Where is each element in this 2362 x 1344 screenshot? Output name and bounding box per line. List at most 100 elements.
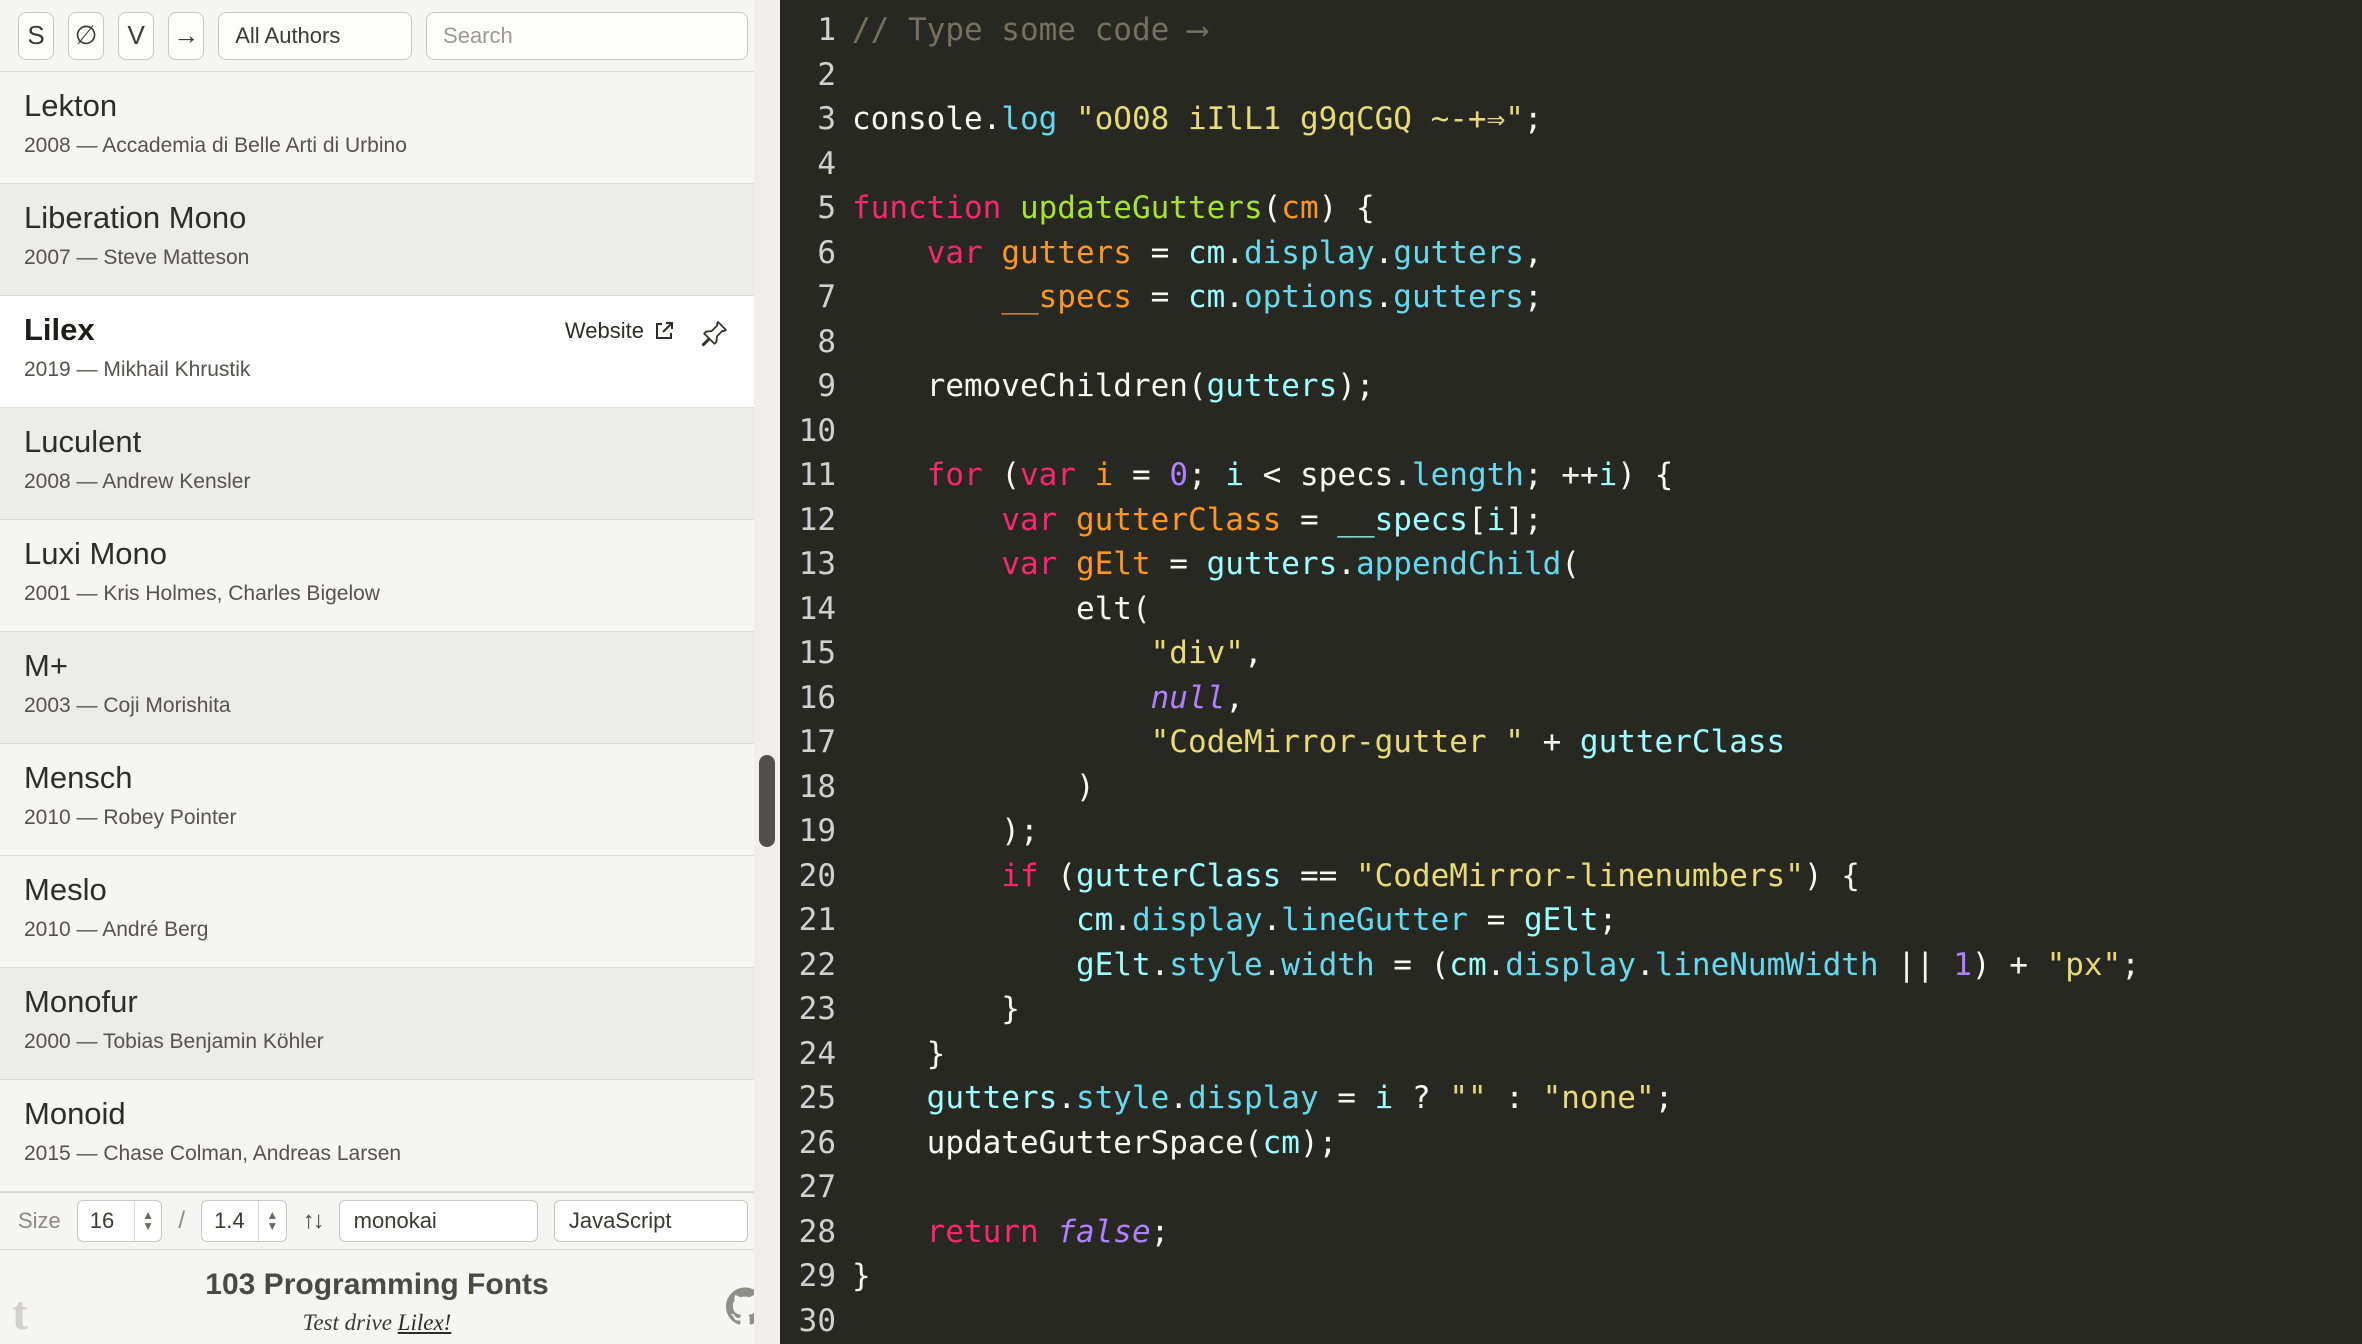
ligatures-filter-button[interactable]: → xyxy=(168,11,205,60)
line-number: 2 xyxy=(817,56,836,93)
code-line[interactable]: 15 "div", xyxy=(780,631,2362,676)
code-line[interactable]: 22 gElt.style.width = (cm.display.lineNu… xyxy=(780,943,2362,988)
code-line[interactable]: 25 gutters.style.display = i ? "" : "non… xyxy=(780,1076,2362,1121)
code-line[interactable]: 9 removeChildren(gutters); xyxy=(780,364,2362,409)
line-number: 1 xyxy=(817,12,836,48)
updown-arrows-icon[interactable]: ↑↓ xyxy=(303,1207,325,1235)
code-line[interactable]: 3 console.log "oO08 iIlL1 g9qCGQ ~-+⇒"; xyxy=(780,97,2362,142)
code-line[interactable]: 14 elt( xyxy=(780,587,2362,632)
line-number: 13 xyxy=(798,546,836,582)
authors-filter-select[interactable]: All Authors xyxy=(218,11,413,60)
code-line[interactable]: 24 } xyxy=(780,1032,2362,1077)
line-number: 3 xyxy=(817,101,836,137)
code-line[interactable]: 7 __specs = cm.options.gutters; xyxy=(780,275,2362,320)
code-line[interactable]: 17 "CodeMirror-gutter " + gutterClass xyxy=(780,720,2362,765)
font-list-item[interactable]: Lekton 2008 — Accademia di Belle Arti di… xyxy=(0,72,754,184)
test-drive-link[interactable]: Lilex! xyxy=(398,1310,452,1335)
line-number: 12 xyxy=(798,501,836,538)
theme-select[interactable]: monokai xyxy=(338,1200,538,1242)
spinner-down-icon[interactable]: ▼ xyxy=(266,1220,278,1232)
font-list-item[interactable]: Monofur 2000 — Tobias Benjamin Köhler xyxy=(0,968,754,1080)
spinner-down-icon[interactable]: ▼ xyxy=(142,1220,154,1232)
font-list-item-selected[interactable]: Lilex 2019 — Mikhail Khrustik Website xyxy=(0,296,754,408)
code-line[interactable]: 20 if (gutterClass == "CodeMirror-linenu… xyxy=(780,854,2362,899)
display-controls: Size ▲ ▼ / ▲ ▼ ↑↓ monokai JavaScript xyxy=(0,1192,780,1250)
font-size-spinner[interactable]: ▲ ▼ xyxy=(133,1201,162,1241)
font-name: Luxi Mono xyxy=(24,536,168,571)
line-number: 14 xyxy=(798,590,836,627)
font-meta: 2019 — Mikhail Khrustik xyxy=(24,358,251,381)
code-line[interactable]: 16 null, xyxy=(780,676,2362,721)
programming-fonts-app: S ∅ V → All Authors Lekton 2008 — Accade… xyxy=(0,0,2362,1344)
font-meta: 2010 — Robey Pointer xyxy=(24,806,237,829)
line-number: 25 xyxy=(798,1080,836,1116)
line-number: 4 xyxy=(817,145,836,182)
code-line[interactable]: 21 cm.display.lineGutter = gElt; xyxy=(780,898,2362,943)
font-list-item[interactable]: Meslo 2010 — André Berg xyxy=(0,856,754,968)
code-line[interactable]: 19 ); xyxy=(780,809,2362,854)
code-line[interactable]: 4 xyxy=(780,142,2362,187)
code-editor[interactable]: 1// Type some code ⟶ 2 3 console.log "oO08 … xyxy=(780,0,2362,1344)
code-line[interactable]: 8 xyxy=(780,320,2362,365)
font-list-item[interactable]: Monoid 2015 — Chase Colman, Andreas Lars… xyxy=(0,1080,754,1192)
font-list-item[interactable]: Mensch 2010 — Robey Pointer xyxy=(0,744,754,856)
code-line[interactable]: 10 xyxy=(780,409,2362,454)
code-line[interactable]: 26 updateGutterSpace(cm); xyxy=(780,1121,2362,1166)
line-number: 19 xyxy=(798,813,836,849)
sidebar-scrollbar-track[interactable] xyxy=(754,0,780,1344)
code-line[interactable]: 23 } xyxy=(780,987,2362,1032)
line-number: 7 xyxy=(817,279,836,315)
font-size-stepper[interactable]: ▲ ▼ xyxy=(76,1200,163,1242)
code-line[interactable]: 1// Type some code ⟶ xyxy=(780,8,2362,53)
line-number: 8 xyxy=(817,323,836,360)
test-drive-prefix: Test drive xyxy=(302,1310,398,1335)
font-name: Monoid xyxy=(24,1096,126,1131)
font-name: Lilex xyxy=(24,312,95,347)
code-line[interactable]: 11 for (var i = 0; i < specs.length; ++i… xyxy=(780,453,2362,498)
code-line[interactable]: 13 var gElt = gutters.appendChild( xyxy=(780,542,2362,587)
pin-icon[interactable] xyxy=(698,318,730,350)
line-number: 6 xyxy=(817,234,836,271)
font-list-item[interactable]: M+ 2003 — Coji Morishita xyxy=(0,632,754,744)
font-meta: 2008 — Andrew Kensler xyxy=(24,470,251,493)
font-list-item[interactable]: Liberation Mono 2007 — Steve Matteson xyxy=(0,184,754,296)
font-meta: 2007 — Steve Matteson xyxy=(24,246,250,269)
v-filter-button[interactable]: V xyxy=(118,11,155,60)
code-line[interactable]: 2 xyxy=(780,53,2362,98)
font-size-input[interactable] xyxy=(77,1201,134,1241)
font-meta: 2003 — Coji Morishita xyxy=(24,694,231,717)
line-height-stepper[interactable]: ▲ ▼ xyxy=(201,1200,287,1242)
website-link[interactable]: Website xyxy=(565,318,676,344)
line-number: 5 xyxy=(817,190,836,226)
line-number: 9 xyxy=(817,368,836,404)
slashed-zero-filter-button[interactable]: ∅ xyxy=(68,11,105,60)
twitter-icon[interactable]: t xyxy=(12,1290,28,1338)
line-number: 30 xyxy=(798,1302,836,1339)
line-number: 18 xyxy=(798,768,836,805)
font-name: M+ xyxy=(24,648,68,683)
website-link-label: Website xyxy=(564,318,644,343)
font-meta: 2015 — Chase Colman, Andreas Larsen xyxy=(24,1142,402,1165)
language-select[interactable]: JavaScript xyxy=(553,1200,749,1242)
line-height-spinner[interactable]: ▲ ▼ xyxy=(258,1201,286,1241)
font-list-item[interactable]: Luculent 2008 — Andrew Kensler xyxy=(0,408,754,520)
search-input[interactable] xyxy=(426,11,749,60)
code-line[interactable]: 12 var gutterClass = __specs[i]; xyxy=(780,498,2362,543)
style-filter-button[interactable]: S xyxy=(18,11,55,60)
code-line[interactable]: 27 xyxy=(780,1165,2362,1210)
code-line[interactable]: 28 return false; xyxy=(780,1210,2362,1255)
code-line[interactable]: 30 xyxy=(780,1299,2362,1344)
code-line[interactable]: 29} xyxy=(780,1254,2362,1299)
external-link-icon xyxy=(652,319,676,343)
code-line[interactable]: 6 var gutters = cm.display.gutters, xyxy=(780,231,2362,276)
line-height-input[interactable] xyxy=(202,1201,259,1241)
sidebar-scrollbar-thumb[interactable] xyxy=(759,755,775,847)
font-name: Mensch xyxy=(24,760,133,795)
sidebar: S ∅ V → All Authors Lekton 2008 — Accade… xyxy=(0,0,780,1344)
code-line[interactable]: 18 ) xyxy=(780,765,2362,810)
font-list-item[interactable]: Luxi Mono 2001 — Kris Holmes, Charles Bi… xyxy=(0,520,754,632)
font-meta: 2001 — Kris Holmes, Charles Bigelow xyxy=(24,582,380,605)
line-number: 17 xyxy=(798,724,836,760)
code-line[interactable]: 5 function updateGutters(cm) { xyxy=(780,186,2362,231)
line-number: 11 xyxy=(798,457,836,493)
